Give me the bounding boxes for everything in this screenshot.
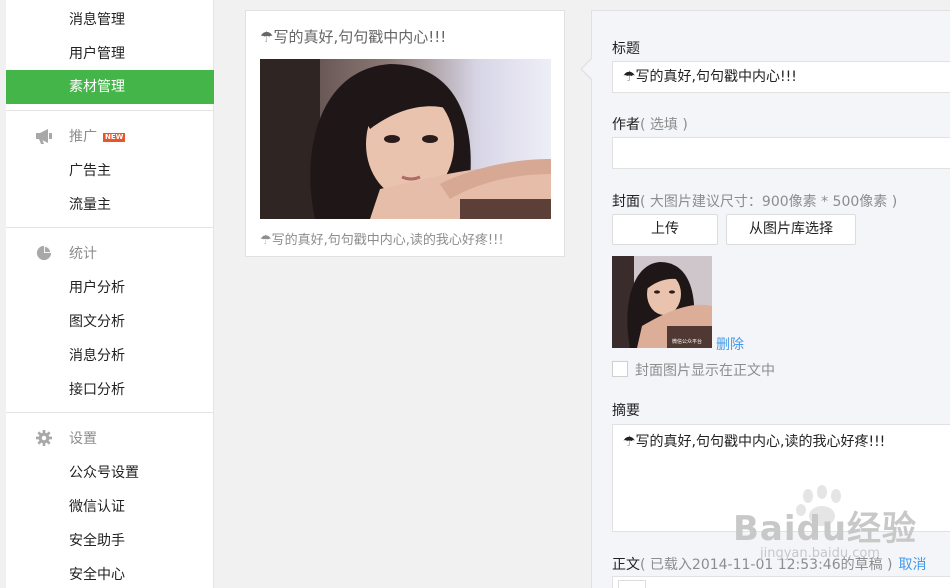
body-editor[interactable] <box>612 576 950 588</box>
editor-pointer-inner <box>582 59 592 79</box>
new-badge: NEW <box>103 133 126 142</box>
sidebar-item-api-analysis[interactable]: 接口分析 <box>6 373 214 407</box>
sidebar-group-settings: 设置 <box>69 431 97 447</box>
sidebar-item-user-analysis[interactable]: 用户分析 <box>6 271 214 305</box>
sidebar-item-security-center[interactable]: 安全中心 <box>6 558 214 588</box>
sidebar-group-statistics: 统计 <box>69 246 97 262</box>
wechat-material-editor-page: 消息管理 用户管理 素材管理 推广 NEW 广告主 流量主 统计 用户分析 图文分… <box>0 0 950 588</box>
thumb-caption: 微信公众平台 <box>672 339 703 345</box>
upload-button[interactable]: 上传 <box>612 214 718 245</box>
article-preview-card[interactable]: ☂写的真好,句句戳中内心!!! ☂写的真好,句句戳中内心,读的我心好疼!!! <box>245 10 565 257</box>
sidebar-divider <box>6 412 214 413</box>
author-input[interactable] <box>612 137 950 169</box>
sidebar-item-user-management[interactable]: 用户管理 <box>6 37 214 71</box>
author-hint: ( 选填 ) <box>640 117 688 133</box>
show-cover-checkbox-label: 封面图片显示在正文中 <box>635 363 775 379</box>
editor-toolbar-button[interactable] <box>618 580 646 588</box>
title-input[interactable]: ☂写的真好,句句戳中内心!!! <box>612 61 950 93</box>
cover-thumbnail: 微信公众平台 <box>612 256 712 348</box>
delete-cover-link[interactable]: 删除 <box>716 334 744 354</box>
choose-from-library-button[interactable]: 从图片库选择 <box>726 214 856 245</box>
sidebar-item-traffic-owner[interactable]: 流量主 <box>6 188 214 222</box>
show-cover-checkbox[interactable] <box>612 361 628 377</box>
digest-label: 摘要 <box>612 403 640 419</box>
cover-label: 封面( 大图片建议尺寸：900像素 * 500像素 ) <box>612 191 897 211</box>
body-label-text: 正文 <box>612 557 640 573</box>
author-label: 作者( 选填 ) <box>612 114 688 134</box>
sidebar-item-message-management[interactable]: 消息管理 <box>6 3 214 37</box>
sidebar-item-account-settings[interactable]: 公众号设置 <box>6 456 214 490</box>
preview-title: ☂写的真好,句句戳中内心!!! <box>260 28 447 46</box>
watermark-url: jingyan.baidu.com <box>760 546 880 561</box>
author-label-text: 作者 <box>612 117 640 133</box>
sidebar-group-promotion: 推广 NEW <box>6 120 214 154</box>
sidebar-group-promotion-label: 推广 <box>69 129 97 145</box>
sidebar-divider <box>6 227 214 228</box>
sidebar-nav: 消息管理 用户管理 素材管理 推广 NEW 广告主 流量主 统计 用户分析 图文分… <box>6 0 214 588</box>
title-label: 标题 <box>612 41 640 57</box>
sidebar-item-material-management[interactable]: 素材管理 <box>6 70 214 104</box>
preview-digest: ☂写的真好,句句戳中内心,读的我心好疼!!! <box>260 233 504 248</box>
sidebar-item-wechat-verification[interactable]: 微信认证 <box>6 490 214 524</box>
preview-cover-image <box>260 59 551 219</box>
sidebar-item-security-assistant[interactable]: 安全助手 <box>6 524 214 558</box>
sidebar-item-article-analysis[interactable]: 图文分析 <box>6 305 214 339</box>
cover-label-text: 封面 <box>612 194 640 210</box>
watermark-brand: Baidu经验 <box>733 509 918 549</box>
sidebar-item-advertiser[interactable]: 广告主 <box>6 154 214 188</box>
cover-size-hint: ( 大图片建议尺寸：900像素 * 500像素 ) <box>640 194 898 210</box>
sidebar-item-message-analysis[interactable]: 消息分析 <box>6 339 214 373</box>
sidebar-divider <box>6 110 214 111</box>
